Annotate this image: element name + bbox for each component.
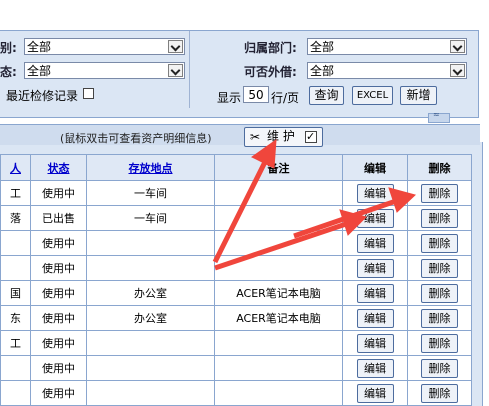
arrow-to-edit <box>214 220 350 271</box>
annotation-arrows <box>212 138 416 271</box>
arrow-to-maintain <box>212 156 270 264</box>
arrow-head-delete <box>388 187 416 213</box>
